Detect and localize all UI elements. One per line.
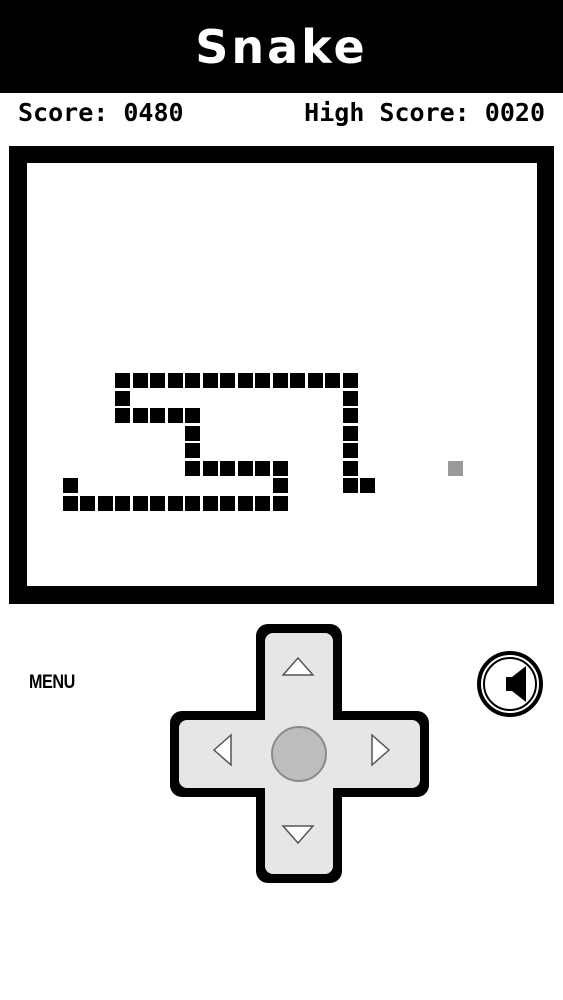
- dpad: [170, 624, 429, 883]
- game-screen: Snake Score: 0480 High Score: 0020 MENU: [0, 0, 563, 1000]
- center-button[interactable]: [271, 726, 327, 782]
- sound-button[interactable]: [476, 650, 544, 718]
